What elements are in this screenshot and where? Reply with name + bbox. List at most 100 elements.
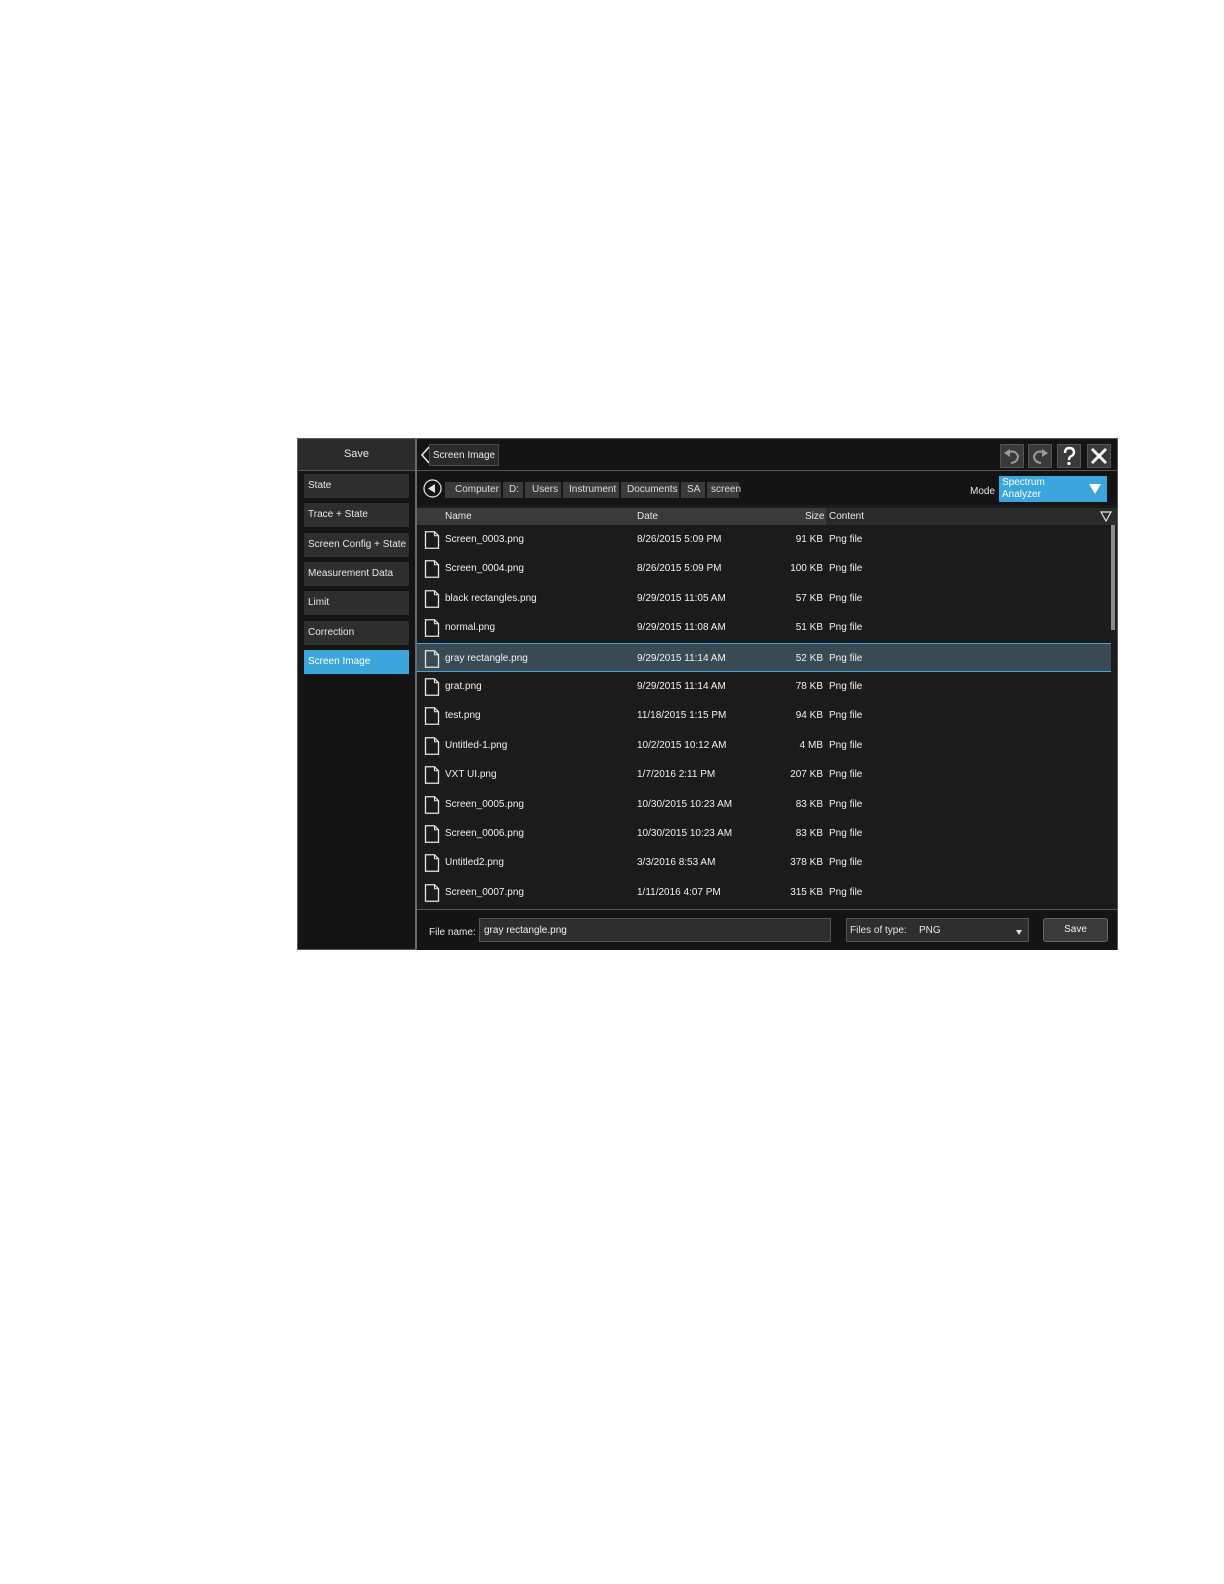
close-button[interactable] [1087, 444, 1111, 468]
breadcrumb-documents[interactable]: Documents [621, 482, 679, 498]
file-content-cell: Png file [829, 710, 863, 721]
mode-dropdown[interactable]: Spectrum Analyzer [999, 476, 1107, 502]
file-date-cell: 10/30/2015 10:23 AM [637, 828, 733, 839]
table-row[interactable]: Screen_0007.png 1/11/2016 4:07 PM 315 KB Pn… [417, 878, 1111, 907]
scrollbar[interactable] [1111, 525, 1115, 630]
file-date-cell: 9/29/2015 11:14 AM [637, 681, 726, 692]
table-row[interactable]: gray rectangle.png 9/29/2015 11:14 AM 52 K… [417, 643, 1111, 672]
file-name-input[interactable] [479, 918, 831, 942]
table-row[interactable]: Screen_0005.png 10/30/2015 10:23 AM 83 KB P… [417, 790, 1111, 819]
file-icon [424, 825, 440, 843]
column-date[interactable]: Date [637, 508, 658, 525]
breadcrumb-screen[interactable]: screen [707, 482, 741, 498]
file-date-cell: 8/26/2015 5:09 PM [637, 563, 722, 574]
table-row[interactable]: Untitled-1.png 10/2/2015 10:12 AM 4 MB Png … [417, 731, 1111, 760]
file-list: Screen_0003.png 8/26/2015 5:09 PM 91 KB Png… [417, 525, 1111, 909]
table-row[interactable]: grat.png 9/29/2015 11:14 AM 78 KB Png file [417, 672, 1111, 701]
file-content-cell: Png file [829, 534, 863, 545]
file-icon [424, 707, 440, 725]
file-size-cell: 315 KB [790, 887, 823, 898]
redo-icon [1032, 449, 1048, 464]
file-date-cell: 1/11/2016 4:07 PM [637, 887, 721, 898]
file-date-cell: 9/29/2015 11:08 AM [637, 622, 726, 633]
file-name-cell: Untitled-1.png [445, 740, 508, 751]
file-icon [424, 619, 440, 637]
undo-icon [1004, 449, 1020, 464]
file-name-cell: gray rectangle.png [445, 653, 528, 664]
table-row[interactable]: Untitled2.png 3/3/2016 8:53 AM 378 KB Png f… [417, 848, 1111, 877]
file-name-cell: VXT UI.png [445, 769, 497, 780]
save-type-state[interactable]: State [304, 474, 409, 498]
save-type-measurement-data[interactable]: Measurement Data [304, 562, 409, 586]
nav-back-icon[interactable] [423, 479, 442, 498]
breadcrumb-computer[interactable]: Computer [445, 482, 501, 498]
file-date-cell: 8/26/2015 5:09 PM [637, 534, 722, 545]
file-size-cell: 4 MB [799, 740, 823, 751]
file-icon [424, 766, 440, 784]
table-row[interactable]: Screen_0006.png 10/30/2015 10:23 AM 83 KB P… [417, 819, 1111, 848]
footer-bar: File name: Files of type: PNG Save [417, 909, 1117, 950]
breadcrumb-instrument[interactable]: Instrument [563, 482, 619, 498]
table-row[interactable]: black rectangles.png 9/29/2015 11:05 AM 57… [417, 584, 1111, 613]
chevron-down-icon [1016, 930, 1022, 935]
file-name-cell: Screen_0006.png [445, 828, 524, 839]
file-content-cell: Png file [829, 622, 863, 633]
file-content-cell: Png file [829, 740, 863, 751]
file-name-cell: Screen_0005.png [445, 799, 524, 810]
save-type-screen-config-state[interactable]: Screen Config + State [304, 533, 409, 557]
file-size-cell: 52 KB [795, 653, 823, 664]
tab-screen-image[interactable]: Screen Image [429, 444, 499, 466]
file-name-cell: black rectangles.png [445, 593, 537, 604]
help-button[interactable] [1057, 444, 1081, 468]
table-row[interactable]: VXT UI.png 1/7/2016 2:11 PM 207 KB Png file [417, 760, 1111, 789]
file-icon [424, 884, 440, 902]
file-size-cell: 100 KB [790, 563, 823, 574]
file-date-cell: 10/2/2015 10:12 AM [637, 740, 727, 751]
save-type-correction[interactable]: Correction [304, 621, 409, 645]
filter-icon[interactable] [1100, 511, 1112, 522]
files-of-type-select[interactable]: Files of type: PNG [846, 918, 1029, 942]
save-button[interactable]: Save [1043, 918, 1108, 942]
save-type-screen-image[interactable]: Screen Image [304, 650, 409, 674]
close-icon [1091, 448, 1107, 464]
dropdown-arrow-icon [1089, 484, 1101, 494]
files-of-type-value: PNG [919, 925, 941, 936]
file-content-cell: Png file [829, 769, 863, 780]
table-row[interactable]: Screen_0004.png 8/26/2015 5:09 PM 100 KB Pn… [417, 554, 1111, 583]
redo-button[interactable] [1028, 444, 1052, 468]
file-content-cell: Png file [829, 887, 863, 898]
file-icon [424, 531, 440, 549]
column-content[interactable]: Content [826, 508, 1117, 525]
column-size[interactable]: Size [805, 508, 824, 525]
file-size-cell: 378 KB [790, 857, 823, 868]
title-bar: Screen Image [417, 439, 1117, 471]
file-size-cell: 207 KB [790, 769, 823, 780]
table-row[interactable]: normal.png 9/29/2015 11:08 AM 51 KB Png fil… [417, 613, 1111, 642]
save-type-limit[interactable]: Limit [304, 591, 409, 615]
breadcrumb-drive[interactable]: D: [503, 482, 523, 498]
file-content-cell: Png file [829, 857, 863, 868]
file-size-cell: 83 KB [795, 828, 823, 839]
table-row[interactable]: test.png 11/18/2015 1:15 PM 94 KB Png file [417, 701, 1111, 730]
file-content-cell: Png file [829, 799, 863, 810]
column-name[interactable]: Name [445, 508, 472, 525]
file-date-cell: 9/29/2015 11:05 AM [637, 593, 726, 604]
save-type-panel: Save State Trace + State Screen Config +… [298, 439, 417, 949]
undo-button[interactable] [1000, 444, 1024, 468]
mode-label: Mode [970, 486, 996, 497]
file-date-cell: 11/18/2015 1:15 PM [637, 710, 727, 721]
file-icon [424, 737, 440, 755]
file-size-cell: 57 KB [795, 593, 823, 604]
file-icon [424, 590, 440, 608]
files-of-type-label: Files of type: [850, 925, 907, 936]
file-browser: Screen Image Computer D: Users Instrumen… [417, 439, 1117, 950]
file-size-cell: 83 KB [795, 799, 823, 810]
file-date-cell: 1/7/2016 2:11 PM [637, 769, 716, 780]
file-icon [424, 650, 440, 668]
save-type-trace-state[interactable]: Trace + State [304, 503, 409, 527]
table-row[interactable]: Screen_0003.png 8/26/2015 5:09 PM 91 KB Png… [417, 525, 1111, 554]
save-dialog: Save State Trace + State Screen Config +… [297, 438, 1118, 950]
breadcrumb-users[interactable]: Users [525, 482, 561, 498]
help-icon [1063, 446, 1076, 466]
breadcrumb-sa[interactable]: SA [681, 482, 705, 498]
